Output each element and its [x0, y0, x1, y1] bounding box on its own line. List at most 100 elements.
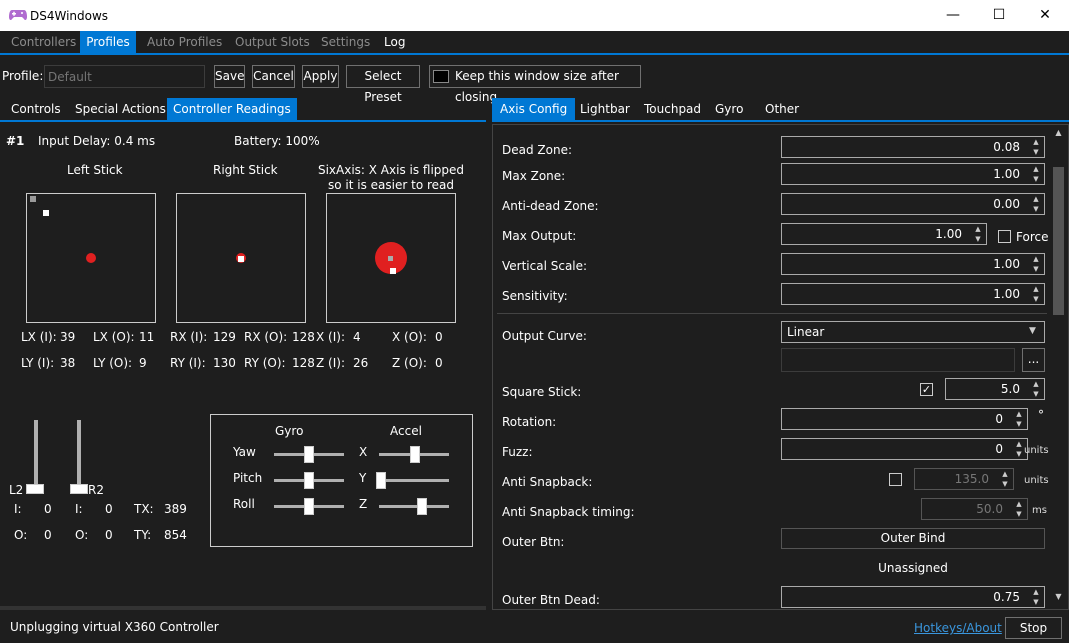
anti-snapback-timing-label: Anti Snapback timing:: [502, 505, 635, 519]
lx-output-value: 11: [139, 330, 155, 344]
axis-scrollbar[interactable]: ▲ ▼: [1050, 126, 1067, 608]
sensitivity-spinner-icon[interactable]: ▲ ▼: [1028, 284, 1044, 304]
output-curve-select[interactable]: Linear ▼: [781, 321, 1045, 343]
tab-axis-config[interactable]: Axis Config: [492, 98, 576, 120]
tab-auto-profiles[interactable]: Auto Profiles: [143, 31, 226, 53]
l2-input-label: I:: [14, 502, 22, 516]
scrollbar-thumb[interactable]: [1053, 167, 1064, 315]
anti-snapback-checkbox[interactable]: [889, 473, 902, 486]
force-checkbox[interactable]: [998, 230, 1011, 243]
tx-label: TX:: [134, 502, 154, 516]
max-output-spinner-icon[interactable]: ▲ ▼: [970, 224, 986, 244]
square-stick-checkbox[interactable]: ✓: [920, 383, 933, 396]
anti-snapback-timing-spinner-icon[interactable]: ▲ ▼: [1011, 499, 1027, 519]
save-button[interactable]: Save: [214, 65, 245, 88]
scroll-down-icon[interactable]: ▼: [1050, 592, 1067, 604]
outer-bind-button[interactable]: Outer Bind: [781, 528, 1045, 549]
tab-gyro[interactable]: Gyro: [709, 98, 749, 120]
sensitivity-input[interactable]: 1.00: [781, 283, 1045, 305]
tab-special-actions[interactable]: Special Actions: [69, 98, 172, 120]
fuzz-input[interactable]: 0: [781, 438, 1028, 460]
outer-btn-dead-input[interactable]: 0.75: [781, 586, 1045, 608]
accel-y-label: Y: [359, 471, 367, 485]
profile-name-input[interactable]: [44, 65, 205, 88]
max-zone-input[interactable]: 1.00: [781, 163, 1045, 185]
keep-window-size-toggle[interactable]: Keep this window size after closing: [429, 65, 641, 104]
tab-profiles[interactable]: Profiles: [80, 31, 136, 53]
left-stick-deadzone-dot: [86, 253, 96, 263]
outer-btn-dead-spinner-icon[interactable]: ▲ ▼: [1028, 587, 1044, 607]
ly-input-label: LY (I):: [21, 356, 55, 370]
z-output-value: 0: [435, 356, 443, 370]
square-stick-label: Square Stick:: [502, 385, 582, 399]
anti-snapback-label: Anti Snapback:: [502, 475, 593, 489]
z-output-label: Z (O):: [392, 356, 427, 370]
browse-curve-button[interactable]: ...: [1022, 348, 1045, 372]
title-bar: DS4Windows — ☐ ✕: [0, 0, 1069, 31]
outer-btn-dead-label: Outer Btn Dead:: [502, 593, 600, 607]
x-input-value: 4: [353, 330, 361, 344]
tab-log[interactable]: Log: [380, 31, 409, 53]
max-zone-spinner-icon[interactable]: ▲ ▼: [1028, 164, 1044, 184]
cancel-button[interactable]: Cancel: [252, 65, 295, 88]
tab-controls[interactable]: Controls: [5, 98, 67, 120]
rotation-spinner-icon[interactable]: ▲ ▼: [1011, 409, 1027, 429]
ly-output-label: LY (O):: [93, 356, 133, 370]
scroll-up-icon[interactable]: ▲: [1050, 128, 1067, 140]
r2-output-value: 0: [105, 528, 113, 542]
anti-dead-zone-label: Anti-dead Zone:: [502, 199, 599, 213]
r2-input-label: I:: [75, 502, 83, 516]
battery-level: Battery: 100%: [234, 134, 320, 148]
dead-zone-spinner-icon[interactable]: ▲ ▼: [1028, 137, 1044, 157]
vertical-scale-input[interactable]: 1.00: [781, 253, 1045, 275]
l2-output-label: O:: [14, 528, 28, 542]
accel-z-label: Z: [359, 497, 368, 511]
stop-button[interactable]: Stop: [1005, 617, 1062, 639]
apply-button[interactable]: Apply: [302, 65, 339, 88]
tab-lightbar[interactable]: Lightbar: [574, 98, 636, 120]
degree-unit: °: [1038, 408, 1044, 422]
vertical-scale-spinner-icon[interactable]: ▲ ▼: [1028, 254, 1044, 274]
anti-dead-zone-spinner-icon[interactable]: ▲ ▼: [1028, 194, 1044, 214]
x-input-label: X (I):: [316, 330, 345, 344]
yaw-label: Yaw: [233, 445, 256, 459]
tab-touchpad[interactable]: Touchpad: [638, 98, 707, 120]
yaw-thumb: [304, 446, 314, 463]
accel-z-track: [379, 505, 449, 508]
max-output-input[interactable]: 1.00: [781, 223, 987, 245]
r2-slider-thumb: [70, 484, 88, 494]
close-button[interactable]: ✕: [1022, 0, 1068, 31]
anti-dead-zone-input[interactable]: 0.00: [781, 193, 1045, 215]
outer-btn-assignment: Unassigned: [878, 561, 948, 575]
left-stick-view: [26, 193, 156, 323]
tab-controller-readings[interactable]: Controller Readings: [167, 98, 297, 120]
tab-controllers[interactable]: Controllers: [7, 31, 80, 53]
vertical-scale-label: Vertical Scale:: [502, 259, 588, 273]
accel-x-label: X: [359, 445, 368, 459]
anti-snapback-spinner-icon[interactable]: ▲ ▼: [997, 469, 1013, 489]
dead-zone-input[interactable]: 0.08: [781, 136, 1045, 158]
r2-slider-track: [77, 420, 81, 492]
square-stick-spinner-icon[interactable]: ▲ ▼: [1028, 379, 1044, 399]
ry-input-label: RY (I):: [170, 356, 206, 370]
select-preset-button[interactable]: Select Preset: [346, 65, 420, 104]
rotation-input[interactable]: 0: [781, 408, 1028, 430]
custom-curve-input[interactable]: [781, 348, 1015, 372]
right-stick-title: Right Stick: [213, 163, 278, 177]
hotkeys-about-link[interactable]: Hotkeys/About: [914, 621, 1002, 635]
minimize-button[interactable]: —: [930, 0, 976, 31]
stick-origin-marker: [30, 196, 36, 202]
tab-other[interactable]: Other: [759, 98, 805, 120]
anti-snapback-timing-unit: ms: [1032, 505, 1047, 516]
left-stick-output-dot: [43, 210, 49, 216]
rx-output-value: 128: [292, 330, 315, 344]
max-zone-label: Max Zone:: [502, 169, 566, 183]
x-output-value: 0: [435, 330, 443, 344]
gamepad-app-icon: [9, 10, 27, 21]
lx-input-label: LX (I):: [21, 330, 57, 344]
lx-input-value: 39: [60, 330, 76, 344]
tab-output-slots[interactable]: Output Slots: [231, 31, 314, 53]
accel-title: Accel: [390, 424, 422, 438]
maximize-button[interactable]: ☐: [976, 0, 1022, 31]
tab-settings[interactable]: Settings: [317, 31, 374, 53]
